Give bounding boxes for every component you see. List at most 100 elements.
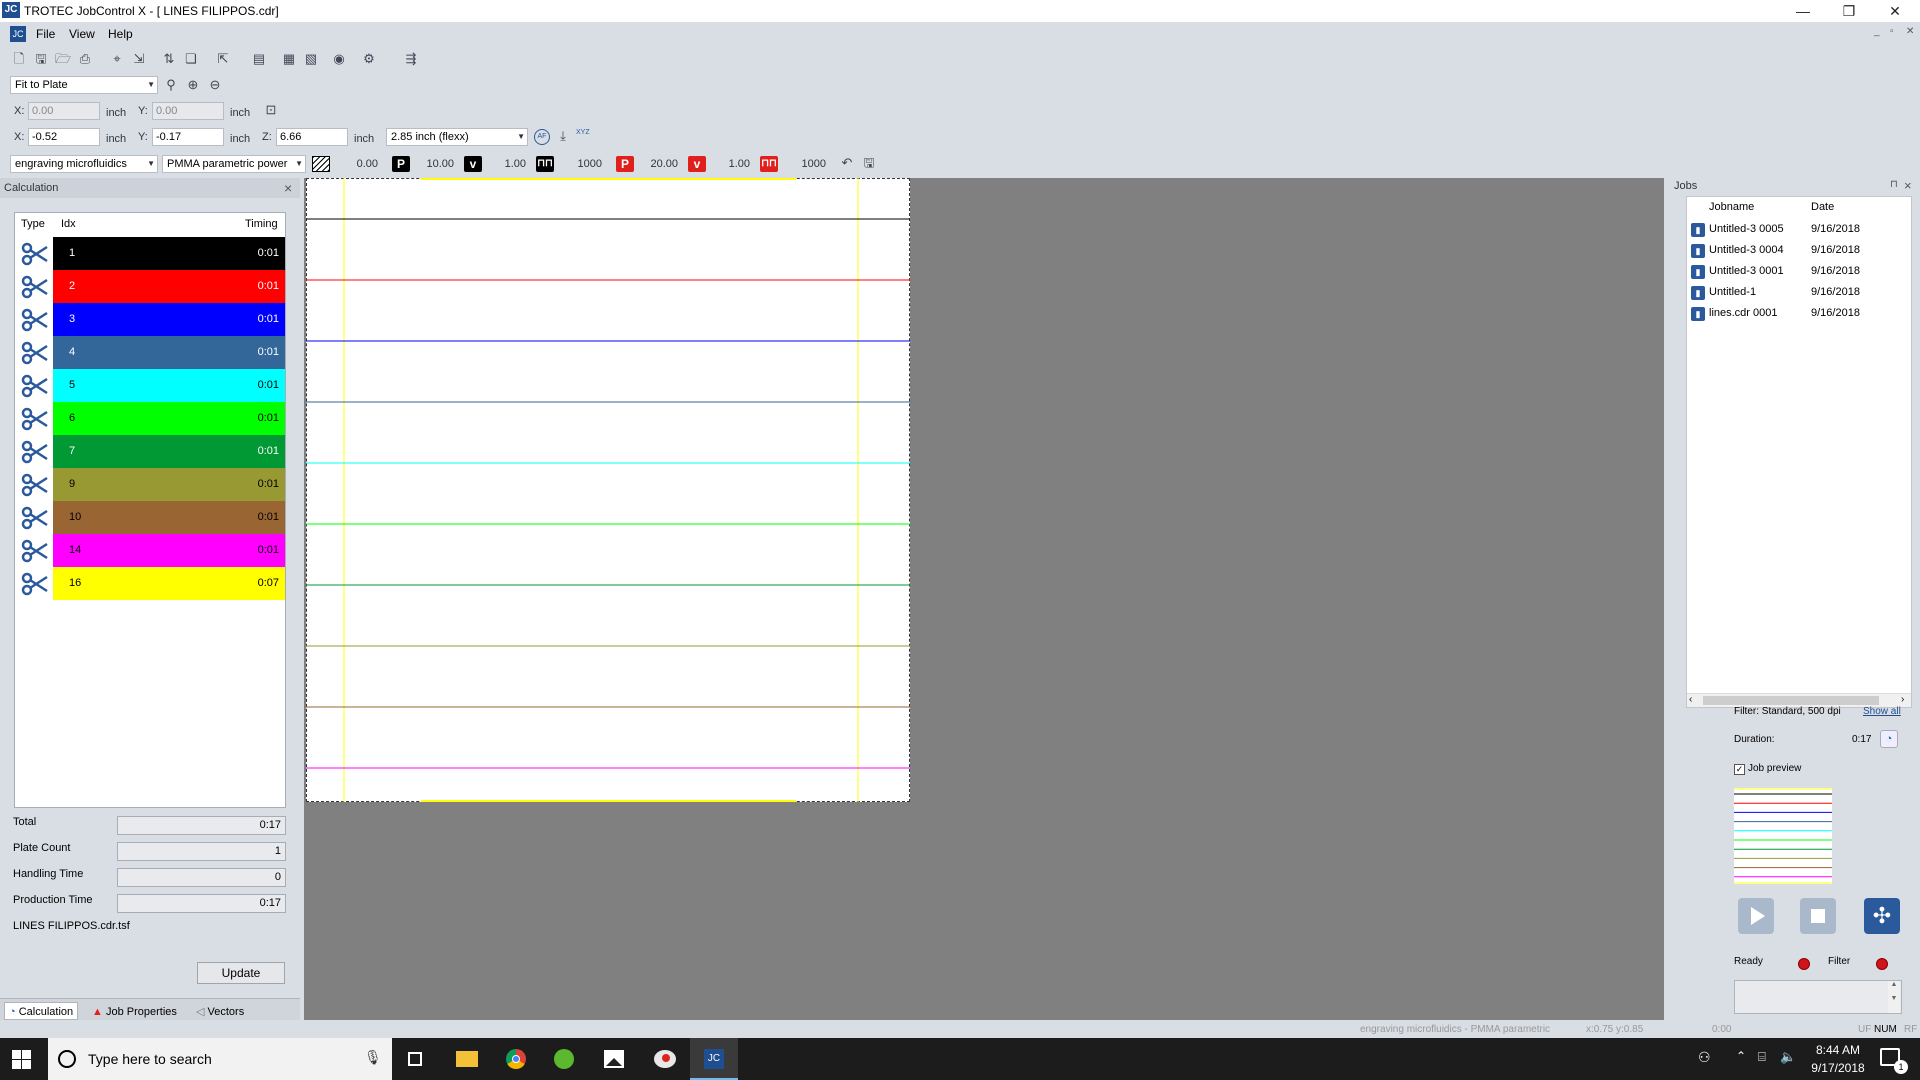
job-row[interactable]: ▮ Untitled-1 9/16/2018 xyxy=(1687,282,1911,303)
status-scrollbar[interactable]: ▲ ▼ xyxy=(1888,981,1900,1013)
row-idx: 6 xyxy=(69,412,76,424)
fan-button[interactable]: ✣ xyxy=(1864,898,1900,934)
duration-clock-icon[interactable]: ◔ xyxy=(1880,730,1898,748)
job-row[interactable]: ▮ Untitled-3 0001 9/16/2018 xyxy=(1687,261,1911,282)
file-explorer-icon[interactable] xyxy=(442,1038,490,1080)
job-preview-checkbox[interactable]: ✓ xyxy=(1734,764,1745,775)
engrave-hatch-icon[interactable] xyxy=(312,156,330,172)
mdi-close-button[interactable]: ✕ xyxy=(1906,26,1914,37)
scrollbar-thumb[interactable] xyxy=(1703,696,1879,705)
zoom-in-icon[interactable]: ⊕ xyxy=(184,76,202,94)
eye-icon[interactable]: ◉ xyxy=(330,50,348,68)
head-z-field[interactable]: 6.66 xyxy=(276,128,348,146)
menu-file[interactable]: File xyxy=(36,27,55,41)
network-icon[interactable]: ⌸ xyxy=(1758,1049,1766,1065)
close-button[interactable]: ✕ xyxy=(1872,0,1918,22)
stop-button[interactable] xyxy=(1800,898,1836,934)
scroll-right-icon[interactable]: › xyxy=(1901,694,1904,705)
mdi-minimize-button[interactable]: _ xyxy=(1874,26,1880,37)
new-file-icon[interactable]: 🗋 xyxy=(10,50,28,68)
xyz-icon[interactable]: XYZ xyxy=(576,129,590,136)
windows-start-icon[interactable] xyxy=(12,1050,32,1070)
ungroup-icon[interactable]: ▧ xyxy=(302,50,320,68)
calculation-close-icon[interactable]: × xyxy=(284,180,292,196)
plate[interactable] xyxy=(306,178,910,802)
calculation-row[interactable]: 3 0:01 xyxy=(15,303,285,336)
process-select[interactable]: PMMA parametric power ▼ xyxy=(162,155,306,173)
taskbar-search-box[interactable]: Type here to search 🎙 xyxy=(48,1038,392,1080)
head-x-unit: inch xyxy=(106,133,127,145)
job-row[interactable]: ▮ Untitled-3 0004 9/16/2018 xyxy=(1687,240,1911,261)
calculation-row[interactable]: 4 0:01 xyxy=(15,336,285,369)
photos-icon[interactable] xyxy=(590,1038,638,1080)
material-select[interactable]: engraving microfluidics ▼ xyxy=(10,155,158,173)
tab-job-properties[interactable]: ▲ Job Properties xyxy=(92,1003,177,1021)
mdi-restore-button[interactable]: ▫ xyxy=(1890,26,1894,37)
chrome-icon[interactable] xyxy=(492,1038,540,1080)
menu-help[interactable]: Help xyxy=(108,27,133,41)
canvas-area[interactable] xyxy=(304,178,1664,1020)
lens-select[interactable]: 2.85 inch (flexx) ▼ xyxy=(386,128,528,146)
calculation-row[interactable]: 6 0:01 xyxy=(15,402,285,435)
calculation-row[interactable]: 5 0:01 xyxy=(15,369,285,402)
people-icon[interactable]: ⚇ xyxy=(1698,1049,1711,1066)
open-folder-icon[interactable]: 🗁 xyxy=(54,50,72,68)
calculation-row[interactable]: 7 0:01 xyxy=(15,435,285,468)
calculation-row[interactable]: 16 0:07 xyxy=(15,567,285,600)
corel-photo-icon[interactable] xyxy=(640,1038,688,1080)
zoom-select[interactable]: Fit to Plate ▼ xyxy=(10,76,158,94)
import-icon[interactable]: ⇲ xyxy=(130,50,148,68)
export-icon[interactable]: ⇱ xyxy=(214,50,232,68)
head-x-field[interactable]: -0.52 xyxy=(28,128,100,146)
pin-icon[interactable]: ⊓ xyxy=(1890,179,1898,190)
coreldraw-icon[interactable] xyxy=(540,1038,588,1080)
job-row[interactable]: ▮ Untitled-3 0005 9/16/2018 xyxy=(1687,219,1911,240)
play-button[interactable] xyxy=(1738,898,1774,934)
volume-icon[interactable]: 🔈 xyxy=(1780,1049,1796,1065)
zoom-out-icon[interactable]: ⊖ xyxy=(206,76,224,94)
menu-app-icon[interactable]: JC xyxy=(10,26,26,42)
handling-time-label: Handling Time xyxy=(13,868,84,880)
clock-date[interactable]: 9/17/2018 xyxy=(1808,1061,1868,1075)
show-all-link[interactable]: Show all xyxy=(1863,706,1901,717)
clock-time[interactable]: 8:44 AM xyxy=(1808,1043,1868,1057)
y-position-field[interactable]: 0.00 xyxy=(152,102,224,120)
update-button[interactable]: Update xyxy=(197,962,285,984)
calculation-row[interactable]: 9 0:01 xyxy=(15,468,285,501)
calculation-row[interactable]: 10 0:01 xyxy=(15,501,285,534)
calculation-row[interactable]: 1 0:01 xyxy=(15,237,285,270)
task-view-icon[interactable] xyxy=(392,1038,440,1080)
minimize-button[interactable]: — xyxy=(1780,0,1826,22)
scroll-left-icon[interactable]: ‹ xyxy=(1689,694,1692,705)
restore-button[interactable]: ❐ xyxy=(1826,0,1872,22)
align-icon[interactable]: ⇅ xyxy=(160,50,178,68)
zoom-search-icon[interactable]: ⚲ xyxy=(162,76,180,94)
job-row[interactable]: ▮ lines.cdr 0001 9/16/2018 xyxy=(1687,303,1911,324)
microphone-icon[interactable]: 🎙 xyxy=(364,1049,382,1066)
search-placeholder: Type here to search xyxy=(88,1051,212,1067)
undo-icon[interactable]: ↶ xyxy=(838,154,856,172)
tab-calculation[interactable]: ◔ Calculation xyxy=(4,1002,79,1020)
copy-icon[interactable]: ❏ xyxy=(182,50,200,68)
calculation-row[interactable]: 2 0:01 xyxy=(15,270,285,303)
jobs-close-icon[interactable]: × xyxy=(1904,178,1912,193)
print-icon[interactable]: ⎙ xyxy=(76,50,94,68)
head-y-field[interactable]: -0.17 xyxy=(152,128,224,146)
menu-view[interactable]: View xyxy=(69,27,95,41)
tab-vectors[interactable]: ◁ Vectors xyxy=(196,1003,244,1021)
save-material-icon[interactable]: 🖫 xyxy=(860,154,878,172)
jobs-horizontal-scrollbar[interactable]: ‹ › xyxy=(1687,693,1911,707)
laser-settings-icon[interactable]: ⇶ xyxy=(402,50,420,68)
autofocus-icon[interactable]: AF xyxy=(534,129,550,145)
jobcontrol-taskbar-icon[interactable]: JC xyxy=(690,1038,738,1080)
settings-gear-icon[interactable]: ⚙ xyxy=(360,50,378,68)
reference-point-icon[interactable]: ⊡ xyxy=(262,101,280,119)
x-position-field[interactable]: 0.00 xyxy=(28,102,100,120)
group-icon[interactable]: ▦ xyxy=(280,50,298,68)
focus-icon[interactable]: ⤓ xyxy=(554,127,572,145)
layer-icon[interactable]: ▤ xyxy=(250,50,268,68)
show-hidden-icons-icon[interactable]: ⌃ xyxy=(1736,1049,1746,1063)
position-icon[interactable]: ⌖ xyxy=(108,50,126,68)
calculation-row[interactable]: 14 0:01 xyxy=(15,534,285,567)
save-icon[interactable]: 🖫 xyxy=(32,50,50,68)
